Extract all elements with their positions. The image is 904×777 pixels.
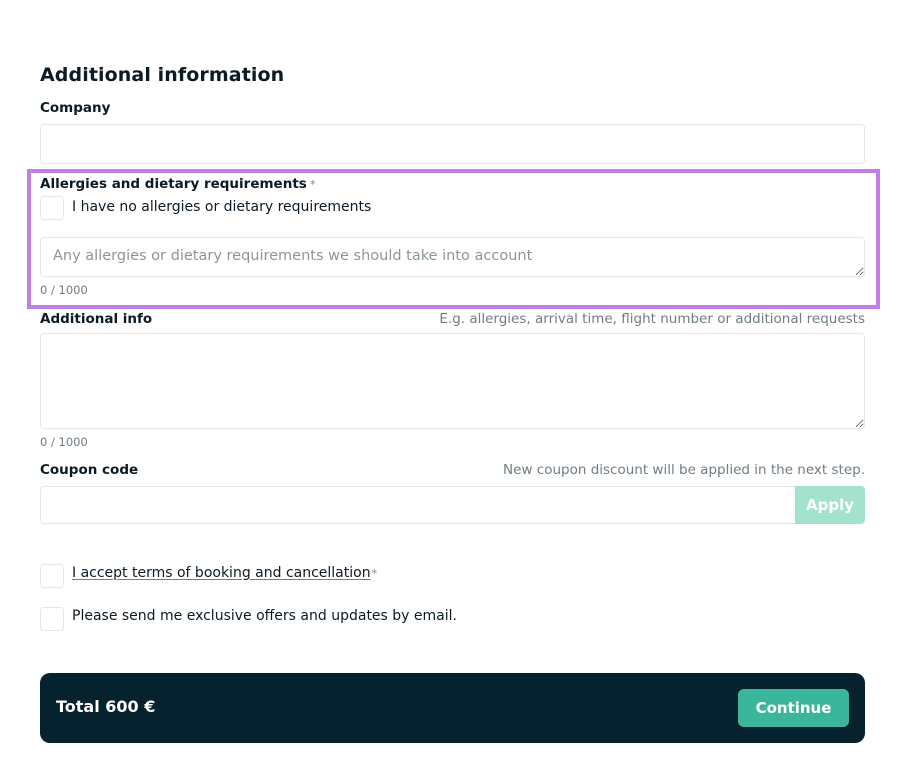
terms-checkbox[interactable] [40, 564, 64, 588]
section-title: Additional information [40, 64, 285, 86]
company-input[interactable] [40, 124, 865, 164]
allergies-label-text: Allergies and dietary requirements [40, 176, 307, 192]
additional-info-hint: E.g. allergies, arrival time, flight num… [439, 311, 865, 327]
terms-link[interactable]: I accept terms of booking and cancellati… [72, 565, 371, 581]
allergies-textarea[interactable] [40, 237, 865, 277]
additional-info-counter: 0 / 1000 [40, 435, 88, 449]
no-allergies-label[interactable]: I have no allergies or dietary requireme… [72, 199, 371, 215]
allergies-counter: 0 / 1000 [40, 283, 88, 297]
coupon-hint: New coupon discount will be applied in t… [503, 462, 865, 478]
coupon-label: Coupon code [40, 462, 139, 478]
no-allergies-checkbox[interactable] [40, 196, 64, 220]
additional-info-textarea[interactable] [40, 333, 865, 429]
terms-required-mark: * [371, 567, 378, 580]
newsletter-label[interactable]: Please send me exclusive offers and upda… [72, 608, 457, 624]
required-mark: * [309, 178, 316, 191]
coupon-input[interactable] [40, 486, 796, 524]
terms-label: I accept terms of booking and cancellati… [72, 565, 377, 581]
newsletter-checkbox[interactable] [40, 607, 64, 631]
total-price: Total 600 € [56, 697, 156, 716]
continue-button[interactable]: Continue [738, 689, 849, 727]
company-label: Company [40, 100, 111, 116]
additional-info-label: Additional info [40, 311, 153, 327]
allergies-label: Allergies and dietary requirements * [40, 176, 315, 192]
apply-coupon-button[interactable]: Apply [795, 486, 865, 524]
